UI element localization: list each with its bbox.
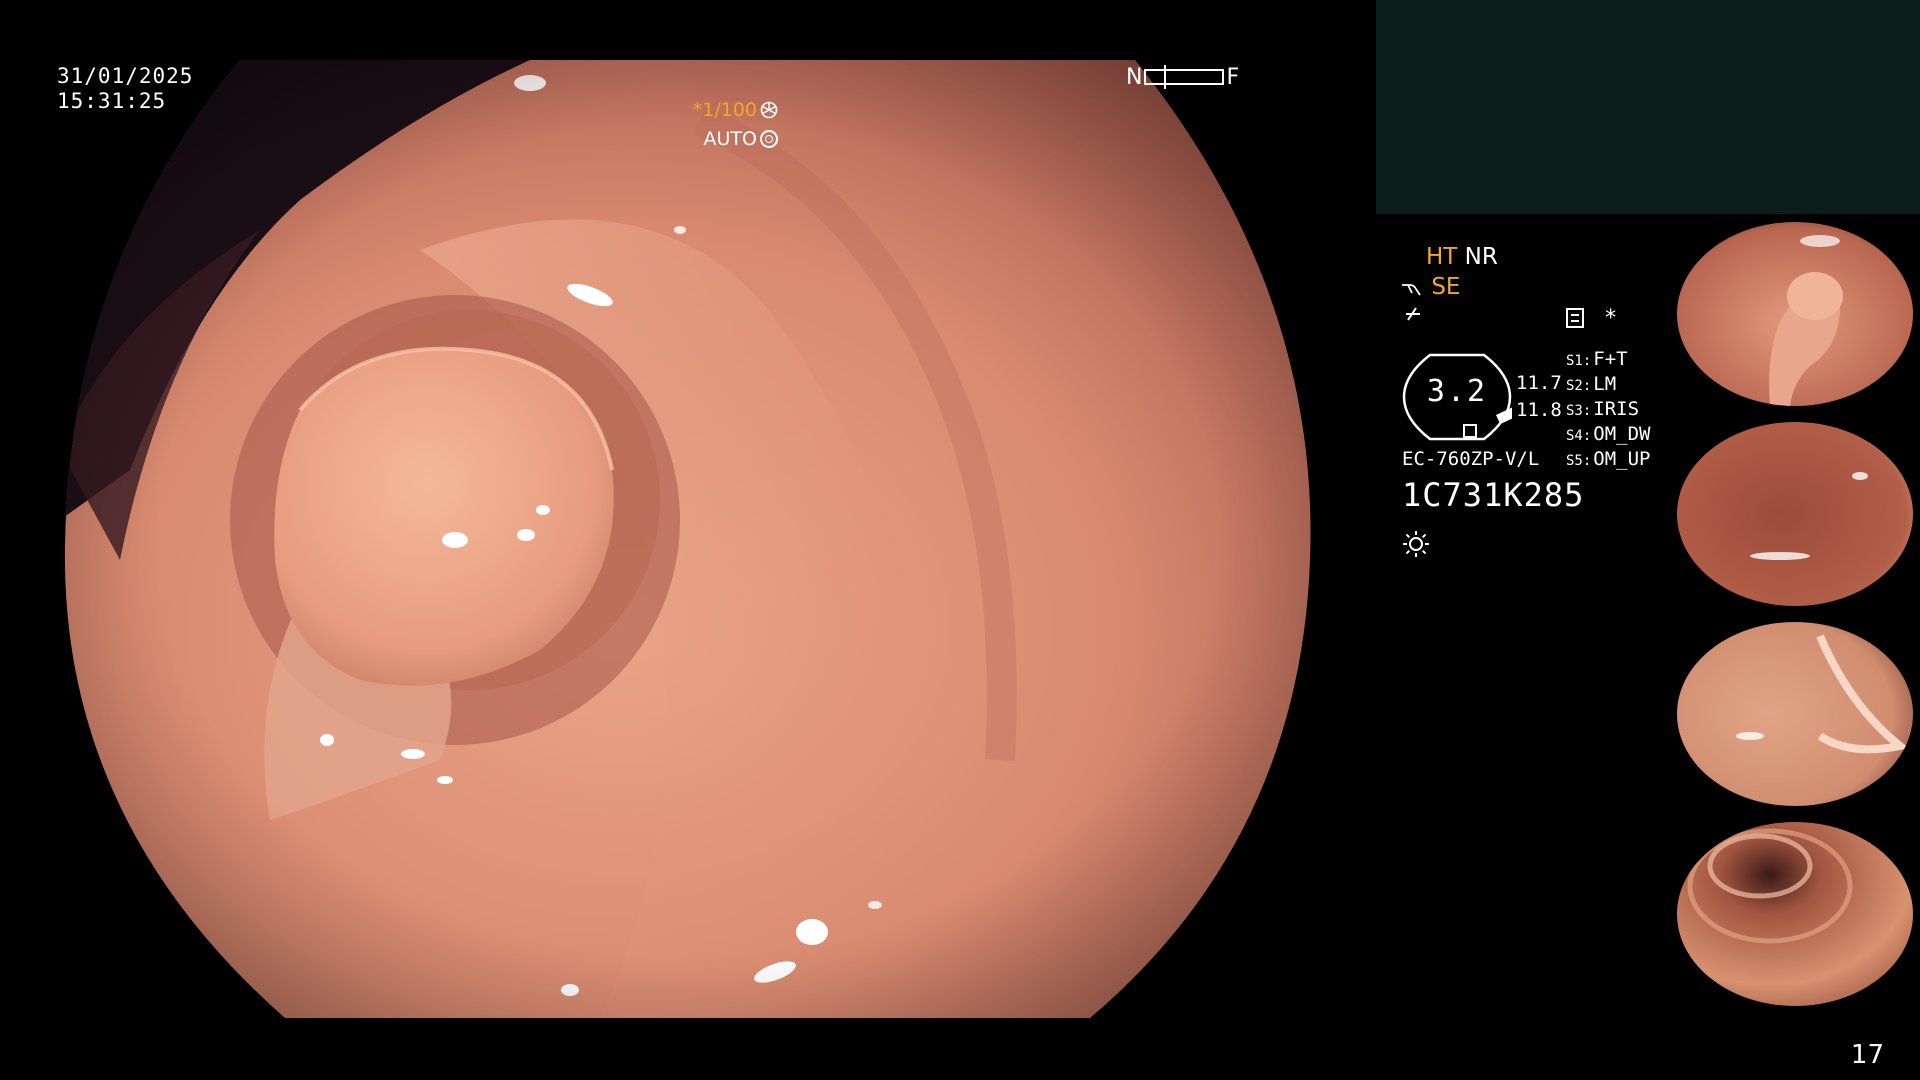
sun-icon (1403, 531, 1429, 557)
dial-side-bottom: 11.8 (1516, 399, 1562, 421)
endoscopy-screen: 31/01/2025 15:31:25 N F *1/100 AUTO HT N… (0, 0, 1920, 1080)
processor-info-panel: HT NR SE * 3.2 11.7 11.8 S1: F+T S2: LM S3 (1376, 214, 1672, 994)
iris-icon (760, 130, 778, 148)
thumbnail-4[interactable] (1670, 816, 1920, 1012)
image-mode-row: HT NR (1426, 244, 1498, 270)
asterisk-marker: * (1604, 306, 1618, 331)
near-far-focus-indicator: N F (1126, 64, 1239, 90)
enhancement-icon (1402, 304, 1424, 332)
preset-s1: S1: F+T (1566, 348, 1628, 370)
shutter-icon (760, 101, 778, 119)
structure-enhance-row: SE (1400, 274, 1460, 300)
preset-s3: S3: IRIS (1566, 398, 1640, 420)
preset-s4: S4: OM_DW (1566, 423, 1651, 445)
structure-enhance-icon (1402, 283, 1421, 295)
switch-presets: S1: F+T S2: LM S3: IRIS S4: OM_DW S5: OM_UP (1566, 348, 1651, 473)
focus-bar (1144, 65, 1225, 89)
list-icon (1566, 308, 1584, 328)
dial-side-top: 11.7 (1516, 372, 1562, 394)
preset-s2: S2: LM (1566, 373, 1617, 395)
page-number: 17 (1850, 1040, 1884, 1070)
zoom-value: 3.2 (1426, 374, 1488, 409)
status-display-area (1376, 0, 1920, 214)
scope-model: EC-760ZP-V/L (1402, 448, 1540, 470)
scope-serial-number: 1C731K285 (1402, 476, 1585, 514)
near-label: N (1126, 64, 1143, 90)
thumbnail-1[interactable] (1670, 216, 1920, 412)
iris-mode-value: AUTO (703, 128, 757, 150)
focus-marker (1164, 65, 1167, 89)
iris-mode: AUTO (704, 128, 778, 150)
endoscopic-view: 31/01/2025 15:31:25 N F *1/100 AUTO (0, 0, 1376, 1080)
mode-se: SE (1431, 274, 1461, 300)
thumbnail-2[interactable] (1670, 416, 1920, 612)
captured-thumbnails (1670, 216, 1920, 1016)
date-stamp: 31/01/2025 (57, 64, 194, 88)
endoscopic-image (64, 60, 1311, 1018)
shutter-value: *1/100 (692, 99, 757, 121)
thumbnail-3[interactable] (1670, 616, 1920, 812)
shutter-speed: *1/100 (693, 99, 778, 121)
preset-s5: S5: OM_UP (1566, 448, 1651, 470)
mode-ht: HT (1426, 244, 1458, 270)
time-stamp: 15:31:25 (57, 89, 167, 113)
far-label: F (1226, 64, 1240, 90)
mode-nr: NR (1464, 244, 1498, 270)
